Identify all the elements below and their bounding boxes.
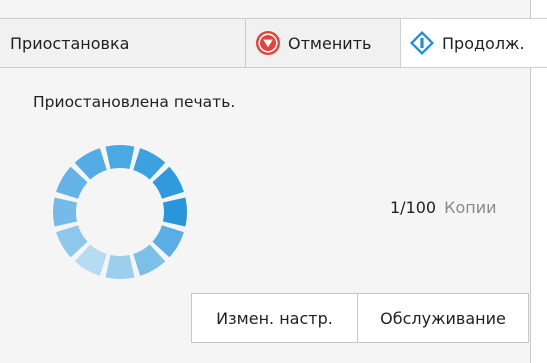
- cancel-button-label: Отменить: [288, 33, 372, 53]
- spinner-segment: [133, 148, 166, 180]
- spinner-segment: [152, 225, 184, 258]
- progress-spinner-icon: [49, 141, 191, 283]
- copies-count: 1/100: [390, 198, 437, 217]
- maintenance-button[interactable]: Обслуживание: [358, 293, 529, 343]
- spinner-segment: [56, 166, 88, 199]
- spinner-segment: [56, 225, 88, 258]
- spinner-segment: [152, 166, 184, 199]
- spinner-segment: [105, 145, 135, 170]
- stop-icon: [255, 30, 281, 56]
- status-message: Приостановлена печать.: [33, 93, 236, 111]
- spinner-segment: [74, 148, 107, 180]
- spinner-segment: [162, 197, 187, 227]
- header-bar: Приостановка Отменить Продолж.: [0, 18, 547, 68]
- job-state-label: Приостановка: [10, 33, 130, 53]
- spinner-segment: [133, 244, 166, 276]
- footer-button-group: Измен. настр. Обслуживание: [191, 293, 529, 343]
- spinner-segment: [52, 197, 78, 227]
- cancel-button[interactable]: Отменить: [245, 19, 400, 67]
- spinner-segment: [74, 244, 107, 276]
- copies-label: Копии: [444, 198, 497, 217]
- resume-button[interactable]: Продолж.: [400, 19, 547, 67]
- resume-icon: [409, 30, 435, 56]
- copies-counter: 1/100 Копии: [390, 198, 497, 217]
- spinner-segment: [105, 254, 135, 279]
- resume-button-label: Продолж.: [442, 33, 525, 53]
- change-settings-button[interactable]: Измен. настр.: [191, 293, 358, 343]
